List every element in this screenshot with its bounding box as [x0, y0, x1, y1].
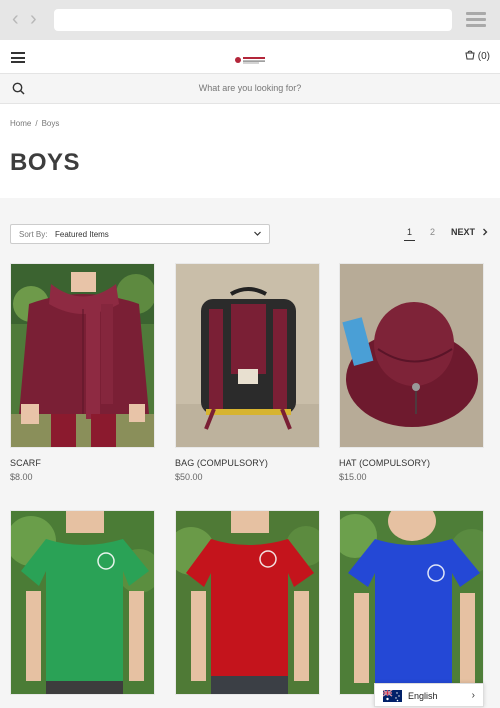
australia-flag-icon: [383, 690, 402, 702]
product-card[interactable]: HAT (COMPULSORY) $15.00: [339, 263, 486, 482]
page-header: Home / Boys BOYS: [0, 104, 500, 198]
chevron-right-icon: [482, 228, 487, 235]
language-selector[interactable]: English ›: [374, 683, 484, 707]
next-label: NEXT: [451, 227, 476, 237]
cart-count: (0): [477, 51, 490, 62]
product-image-bag[interactable]: [175, 263, 320, 448]
product-name[interactable]: HAT (COMPULSORY): [339, 458, 486, 468]
school-logo[interactable]: [234, 52, 266, 64]
sort-value: Featured Items: [55, 230, 109, 239]
chevron-right-icon: ›: [471, 690, 475, 701]
cart-icon: [465, 50, 475, 60]
product-price: $15.00: [339, 472, 367, 482]
product-image-hat[interactable]: [339, 263, 484, 448]
breadcrumb: Home / Boys: [10, 119, 59, 128]
page-1-link[interactable]: 1: [404, 227, 416, 241]
search-input[interactable]: What are you looking for?: [0, 83, 500, 93]
product-name[interactable]: BAG (COMPULSORY): [175, 458, 322, 468]
product-card[interactable]: BAG (COMPULSORY) $50.00: [175, 263, 322, 482]
site-header: (0): [0, 40, 500, 74]
menu-icon[interactable]: [11, 52, 25, 63]
product-name[interactable]: SCARF: [10, 458, 157, 468]
product-image-green-shirt[interactable]: [10, 510, 155, 695]
sort-label: Sort By:: [19, 230, 48, 239]
chevron-right-icon[interactable]: ›: [30, 8, 37, 30]
hamburger-icon[interactable]: [466, 12, 486, 28]
chevron-down-icon: [254, 231, 261, 236]
product-image-scarf[interactable]: [10, 263, 155, 448]
language-label: English: [408, 691, 438, 701]
product-price: $8.00: [10, 472, 33, 482]
address-bar[interactable]: [54, 9, 452, 31]
product-card[interactable]: [339, 510, 486, 705]
product-image-blue-shirt[interactable]: [339, 510, 484, 695]
search-bar[interactable]: What are you looking for?: [0, 74, 500, 104]
product-card[interactable]: [175, 510, 322, 705]
page-title: BOYS: [10, 149, 81, 176]
product-image-red-shirt[interactable]: [175, 510, 320, 695]
product-card[interactable]: [10, 510, 157, 705]
cart-link[interactable]: (0): [465, 50, 490, 62]
breadcrumb-current: Boys: [41, 119, 60, 128]
product-card[interactable]: SCARF $8.00: [10, 263, 157, 482]
chevron-left-icon[interactable]: ‹: [12, 8, 19, 30]
page-2-link[interactable]: 2: [427, 227, 438, 237]
product-price: $50.00: [175, 472, 203, 482]
sort-select[interactable]: Sort By: Featured Items: [10, 224, 270, 244]
next-page-link[interactable]: NEXT: [451, 227, 489, 237]
breadcrumb-separator: /: [35, 119, 38, 128]
breadcrumb-home[interactable]: Home: [10, 119, 31, 128]
browser-toolbar: ‹ ›: [0, 0, 500, 40]
